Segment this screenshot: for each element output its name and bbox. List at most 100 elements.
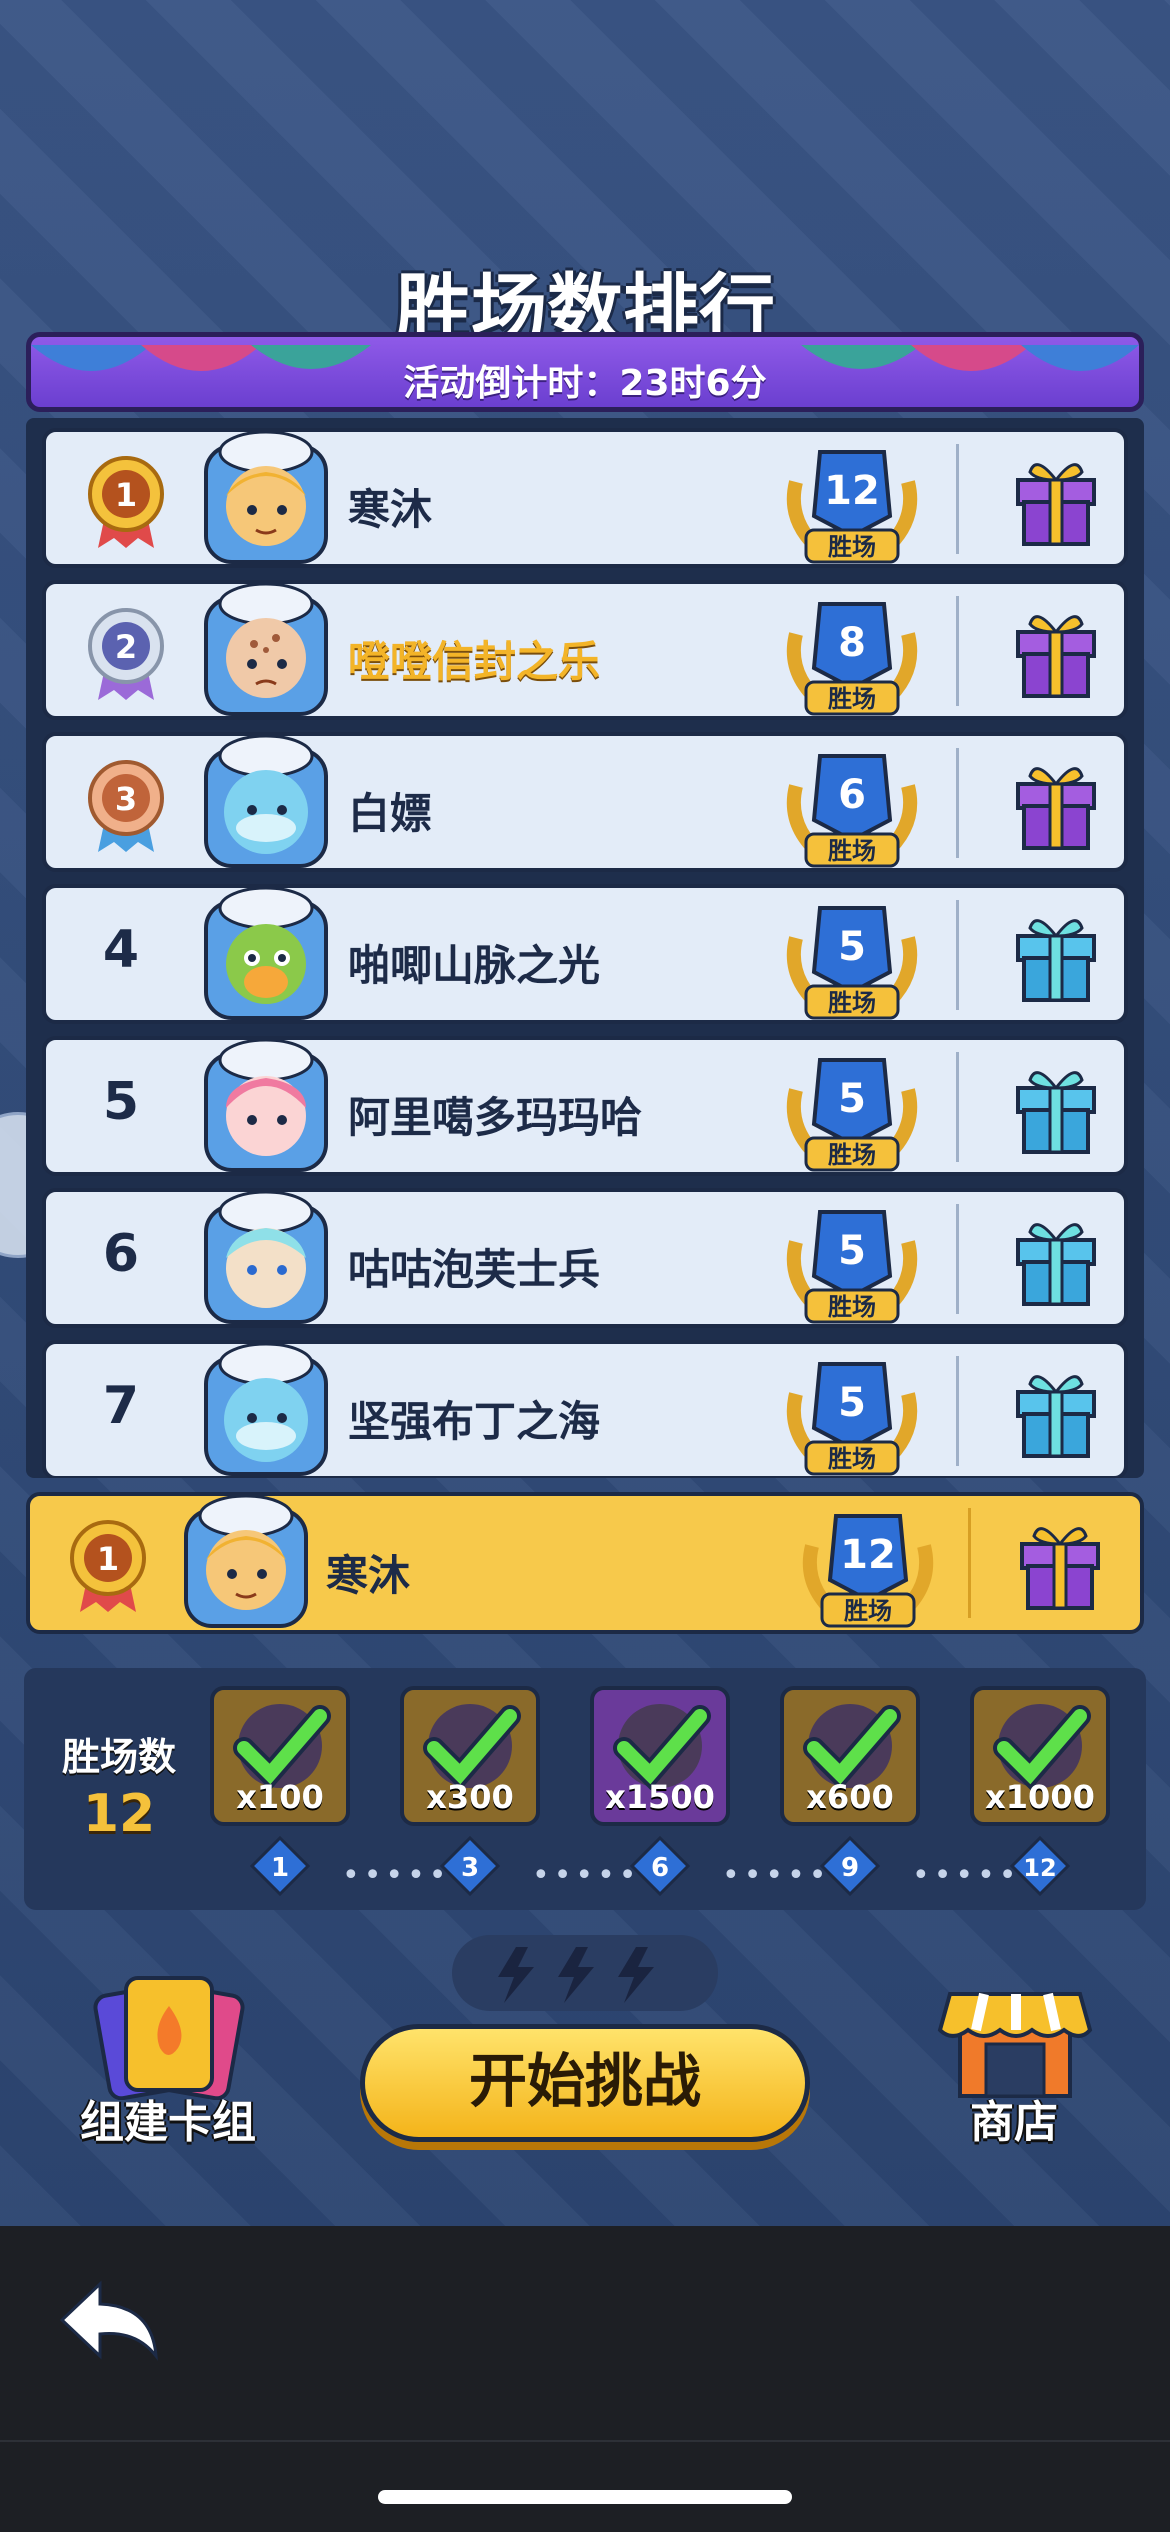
wins-badge-icon: 8 胜场 [786, 602, 918, 716]
svg-text:1: 1 [271, 1853, 289, 1883]
svg-text:胜场: 胜场 [828, 1445, 876, 1473]
rank-number: 6 [102, 1224, 140, 1284]
svg-text:胜场: 胜场 [828, 1141, 876, 1169]
wins-badge-icon: 12 胜场 [786, 450, 918, 564]
leaderboard-row[interactable]: 5 阿里噶多玛玛哈 5 胜场 [42, 1036, 1128, 1176]
player-name: 啪唧山脉之光 [348, 941, 601, 990]
row-divider [956, 1204, 959, 1314]
reward-box[interactable]: x1000 [970, 1686, 1110, 1826]
svg-text:胜场: 胜场 [844, 1597, 892, 1625]
purple-gift-icon[interactable] [1006, 754, 1106, 854]
build-deck-button[interactable]: 组建卡组 [68, 1970, 268, 2150]
my-rank-bar[interactable]: 1 寒沐 12 胜场 [26, 1492, 1144, 1634]
blue-gift-icon[interactable] [1006, 1362, 1106, 1462]
svg-text:胜场: 胜场 [828, 685, 876, 713]
svg-text:12: 12 [1023, 1854, 1056, 1882]
svg-text:6: 6 [838, 772, 866, 818]
my-avatar[interactable] [176, 1490, 316, 1630]
footer-divider [0, 2440, 1170, 2442]
svg-text:5: 5 [838, 1228, 866, 1274]
back-arrow-icon[interactable] [56, 2270, 166, 2370]
svg-text:3: 3 [115, 780, 137, 818]
blue-gift-icon[interactable] [1006, 1058, 1106, 1158]
wins-badge-icon: 5 胜场 [786, 906, 918, 1020]
rank-number: 5 [102, 1072, 140, 1132]
reward-box[interactable]: x1500 [590, 1686, 730, 1826]
svg-text:6: 6 [651, 1853, 669, 1883]
leaderboard-row[interactable]: 1 寒沐 12 胜场 [42, 428, 1128, 568]
wins-badge-icon: 12 胜场 [802, 1514, 934, 1628]
player-avatar[interactable] [196, 1034, 336, 1174]
leaderboard-row[interactable]: 7 坚强布丁之海 5 胜场 [42, 1340, 1128, 1478]
svg-text:1: 1 [97, 1540, 119, 1578]
wins-badge-icon: 5 胜场 [786, 1058, 918, 1172]
reward-quantity: x1500 [605, 1778, 715, 1816]
bronze-medal-icon: 3 [88, 760, 164, 852]
svg-text:9: 9 [841, 1853, 859, 1883]
player-avatar[interactable] [196, 578, 336, 718]
row-divider [956, 1052, 959, 1162]
rank-number: 4 [102, 920, 140, 980]
svg-text:胜场: 胜场 [828, 837, 876, 865]
purple-gift-icon[interactable] [1010, 1514, 1110, 1614]
energy-indicator [452, 1935, 718, 2011]
milestone-marker: 3 [440, 1836, 500, 1896]
svg-text:1: 1 [115, 476, 137, 514]
my-name: 寒沐 [326, 1551, 411, 1600]
milestone-marker: 9 [820, 1836, 880, 1896]
blue-gift-icon[interactable] [1006, 1210, 1106, 1310]
player-avatar[interactable] [196, 1338, 336, 1478]
svg-text:3: 3 [461, 1853, 479, 1883]
reward-quantity: x600 [806, 1778, 894, 1816]
reward-quantity: x1000 [985, 1778, 1095, 1816]
svg-text:胜场: 胜场 [828, 1293, 876, 1321]
svg-text:5: 5 [838, 924, 866, 970]
player-name: 寒沐 [348, 485, 433, 534]
player-avatar[interactable] [196, 426, 336, 566]
countdown-text: 活动倒计时：23时6分 [403, 363, 767, 404]
svg-text:胜场: 胜场 [828, 989, 876, 1017]
gold-medal-icon: 1 [88, 456, 164, 548]
reward-quantity: x300 [426, 1778, 514, 1816]
shop-button[interactable]: 商店 [914, 1970, 1114, 2150]
leaderboard-row[interactable]: 4 啪唧山脉之光 5 胜场 [42, 884, 1128, 1024]
rank-number: 7 [102, 1376, 140, 1436]
leaderboard-row[interactable]: 6 咕咕泡芙士兵 5 胜场 [42, 1188, 1128, 1328]
player-name: 咕咕泡芙士兵 [348, 1245, 601, 1294]
build-deck-label: 组建卡组 [80, 2097, 256, 2148]
silver-medal-icon: 2 [88, 608, 164, 700]
row-divider [956, 596, 959, 706]
wins-count: 12 [82, 1784, 156, 1844]
start-challenge-button[interactable]: 开始挑战 [360, 2024, 810, 2142]
purple-gift-icon[interactable] [1006, 450, 1106, 550]
wins-badge-icon: 5 胜场 [786, 1210, 918, 1324]
leaderboard-row[interactable]: 3 白嫖 6 胜场 [42, 732, 1128, 872]
player-avatar[interactable] [196, 730, 336, 870]
player-avatar[interactable] [196, 882, 336, 1022]
reward-box[interactable]: x100 [210, 1686, 350, 1826]
leaderboard-row[interactable]: 2 噔噔信封之乐 8 胜场 [42, 580, 1128, 720]
home-indicator[interactable] [378, 2490, 792, 2504]
row-divider [956, 748, 959, 858]
player-avatar[interactable] [196, 1186, 336, 1326]
row-divider [956, 1356, 959, 1466]
card-deck-icon [93, 1976, 245, 2101]
svg-text:12: 12 [840, 1532, 896, 1578]
milestone-marker: 1 [250, 1836, 310, 1896]
player-name: 坚强布丁之海 [348, 1397, 601, 1446]
leaderboard-list[interactable]: 1 寒沐 12 胜场 2 噔噔信封之乐 8 胜场 3 白嫖 6 胜场 4 啪唧山… [26, 418, 1144, 1478]
svg-text:胜场: 胜场 [828, 533, 876, 561]
wins-label: 胜场数 [61, 1735, 176, 1779]
svg-text:8: 8 [838, 620, 866, 666]
row-divider [956, 444, 959, 554]
milestone-marker: 6 [630, 1836, 690, 1896]
blue-gift-icon[interactable] [1006, 906, 1106, 1006]
reward-quantity: x100 [236, 1778, 324, 1816]
bottom-nav-bar [0, 2226, 1170, 2532]
wins-badge-icon: 5 胜场 [786, 1362, 918, 1476]
reward-box[interactable]: x600 [780, 1686, 920, 1826]
reward-box[interactable]: x300 [400, 1686, 540, 1826]
svg-text:5: 5 [838, 1380, 866, 1426]
purple-gift-icon[interactable] [1006, 602, 1106, 702]
row-divider [956, 900, 959, 1010]
